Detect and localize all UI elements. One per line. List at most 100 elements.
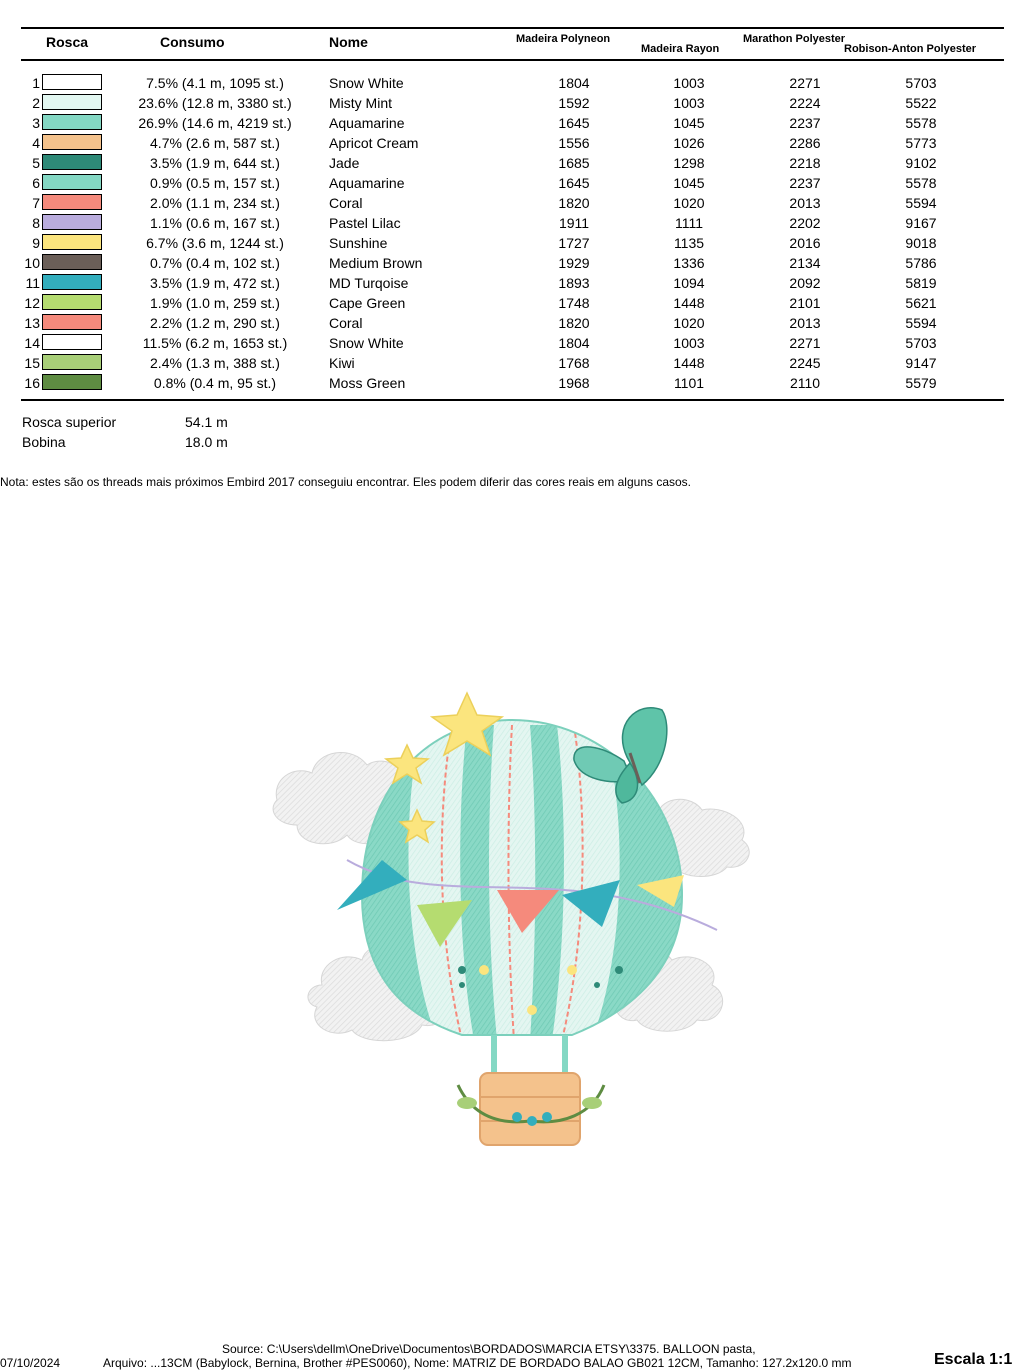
- robison-anton-code: 5703: [905, 335, 937, 351]
- thread-name: Medium Brown: [329, 255, 423, 271]
- marathon-polyester-code: 2237: [789, 115, 821, 131]
- marathon-polyester-code: 2134: [789, 255, 821, 271]
- footer-source: Source: C:\Users\dellm\OneDrive\Document…: [222, 1342, 756, 1356]
- marathon-polyester-code: 2245: [789, 355, 821, 371]
- robison-anton-code: 5621: [905, 295, 937, 311]
- thread-number: 6: [32, 175, 40, 191]
- madeira-rayon-code: 1448: [673, 355, 705, 371]
- color-swatch: [42, 154, 102, 170]
- madeira-polyneon-code: 1820: [558, 315, 590, 331]
- table-row: 5 3.5% (1.9 m, 644 st.) Jade 1685 1298 2218 91…: [0, 152, 1024, 172]
- color-swatch: [42, 334, 102, 350]
- thread-number: 12: [24, 295, 40, 311]
- header-rosca: Rosca: [46, 34, 89, 50]
- madeira-polyneon-code: 1592: [558, 95, 590, 111]
- consumption: 2.2% (1.2 m, 290 st.): [150, 315, 280, 331]
- table-row: 11 3.5% (1.9 m, 472 st.) MD Turqoise 1893 10…: [0, 272, 1024, 292]
- thread-number: 9: [32, 235, 40, 251]
- basket: [456, 1072, 606, 1146]
- robison-anton-code: 9102: [905, 155, 937, 171]
- marathon-polyester-code: 2271: [789, 75, 821, 91]
- madeira-rayon-code: 1003: [673, 95, 705, 111]
- madeira-polyneon-code: 1968: [558, 375, 590, 391]
- thread-number: 5: [32, 155, 40, 171]
- robison-anton-code: 5786: [905, 255, 937, 271]
- consumption: 1.1% (0.6 m, 167 st.): [150, 215, 280, 231]
- madeira-polyneon-code: 1893: [558, 275, 590, 291]
- marathon-polyester-code: 2224: [789, 95, 821, 111]
- thread-number: 14: [24, 335, 40, 351]
- header-nome: Nome: [329, 34, 368, 50]
- footer-file: Arquivo: ...13CM (Babylock, Bernina, Bro…: [103, 1356, 852, 1370]
- consumption: 0.7% (0.4 m, 102 st.): [150, 255, 280, 271]
- robison-anton-code: 5578: [905, 175, 937, 191]
- thread-name: Aquamarine: [329, 115, 405, 131]
- header-consumo: Consumo: [160, 34, 225, 50]
- table-row: 2 23.6% (12.8 m, 3380 st.) Misty Mint 1592 1…: [0, 92, 1024, 112]
- marathon-polyester-code: 2237: [789, 175, 821, 191]
- summary-top-value: 54.1 m: [185, 414, 228, 430]
- color-swatch: [42, 134, 102, 150]
- consumption: 3.5% (1.9 m, 644 st.): [150, 155, 280, 171]
- consumption: 1.9% (1.0 m, 259 st.): [150, 295, 280, 311]
- thread-name: Jade: [329, 155, 360, 171]
- balloon-embroidery-image: [272, 691, 750, 1146]
- thread-number: 13: [24, 315, 40, 331]
- marathon-polyester-code: 2110: [789, 375, 821, 391]
- madeira-rayon-code: 1448: [673, 295, 705, 311]
- color-swatch: [42, 234, 102, 250]
- color-swatch: [42, 374, 102, 390]
- thread-number: 15: [24, 355, 40, 371]
- table-top-rule: [21, 27, 1004, 29]
- madeira-polyneon-code: 1727: [558, 235, 590, 251]
- color-swatch: [42, 194, 102, 210]
- table-row: 9 6.7% (3.6 m, 1244 st.) Sunshine 1727 1135 2…: [0, 232, 1024, 252]
- thread-number: 10: [24, 255, 40, 271]
- consumption: 2.4% (1.3 m, 388 st.): [150, 355, 280, 371]
- madeira-rayon-code: 1045: [673, 115, 705, 131]
- madeira-polyneon-code: 1645: [558, 115, 590, 131]
- robison-anton-code: 5579: [905, 375, 937, 391]
- consumption: 7.5% (4.1 m, 1095 st.): [146, 75, 284, 91]
- header-madeira-rayon: Madeira Rayon: [641, 43, 720, 55]
- table-row: 14 11.5% (6.2 m, 1653 st.) Snow White 1804 1…: [0, 332, 1024, 352]
- madeira-rayon-code: 1045: [673, 175, 705, 191]
- table-row: 7 2.0% (1.1 m, 234 st.) Coral 1820 1020 2013 5…: [0, 192, 1024, 212]
- color-swatch: [42, 354, 102, 370]
- madeira-polyneon-code: 1685: [558, 155, 590, 171]
- summary-top-label: Rosca superior: [22, 414, 117, 430]
- thread-name: Coral: [329, 195, 363, 211]
- madeira-rayon-code: 1020: [673, 195, 705, 211]
- robison-anton-code: 5594: [905, 315, 937, 331]
- madeira-rayon-code: 1111: [674, 215, 704, 231]
- table-row: 16 0.8% (0.4 m, 95 st.) Moss Green 1968 1101…: [0, 372, 1024, 392]
- color-swatch: [42, 94, 102, 110]
- consumption: 6.7% (3.6 m, 1244 st.): [146, 235, 284, 251]
- table-row: 6 0.9% (0.5 m, 157 st.) Aquamarine 1645 1045…: [0, 172, 1024, 192]
- color-swatch: [42, 174, 102, 190]
- thread-number: 11: [25, 275, 40, 291]
- thread-name: Misty Mint: [329, 95, 392, 111]
- table-bottom-rule: [21, 399, 1004, 401]
- table-row: 8 1.1% (0.6 m, 167 st.) Pastel Lilac 1911 11…: [0, 212, 1024, 232]
- madeira-polyneon-code: 1804: [558, 75, 590, 91]
- thread-name: Snow White: [329, 75, 404, 91]
- summary-bobbin-label: Bobina: [22, 434, 66, 450]
- madeira-rayon-code: 1101: [673, 375, 705, 391]
- consumption: 11.5% (6.2 m, 1653 st.): [142, 335, 288, 351]
- consumption: 4.7% (2.6 m, 587 st.): [150, 135, 280, 151]
- disclaimer-note: Nota: estes são os threads mais próximos…: [0, 475, 692, 489]
- header-robison-anton-polyester: Robison-Anton Polyester: [844, 43, 977, 55]
- marathon-polyester-code: 2092: [789, 275, 821, 291]
- consumption: 0.8% (0.4 m, 95 st.): [153, 375, 277, 391]
- color-swatch: [42, 294, 102, 310]
- robison-anton-code: 5522: [905, 95, 937, 111]
- consumption: 3.5% (1.9 m, 472 st.): [150, 275, 280, 291]
- thread-name: Coral: [329, 315, 363, 331]
- thread-number: 8: [32, 215, 40, 231]
- thread-number: 16: [24, 375, 40, 391]
- thread-name: Snow White: [329, 335, 404, 351]
- robison-anton-code: 5819: [905, 275, 937, 291]
- consumption: 26.9% (14.6 m, 4219 st.): [138, 115, 292, 131]
- robison-anton-code: 5773: [905, 135, 937, 151]
